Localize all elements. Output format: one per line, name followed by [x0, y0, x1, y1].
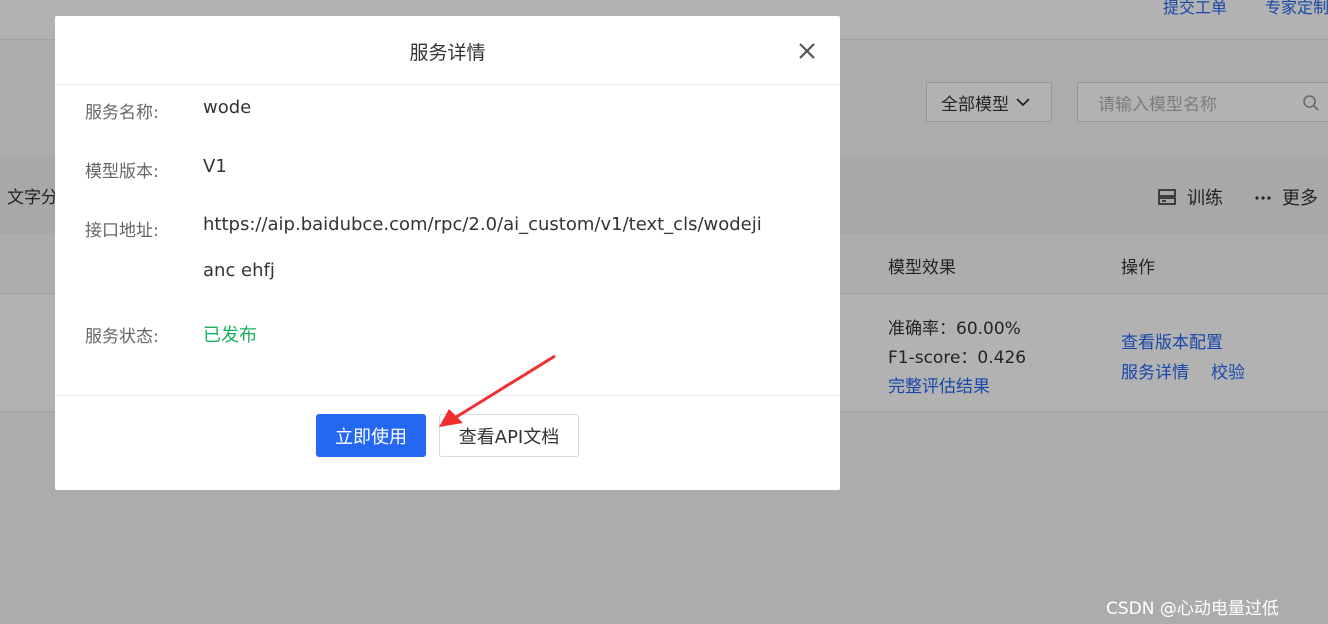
close-icon[interactable]	[796, 40, 818, 62]
watermark: CSDN @心动电量过低	[1106, 599, 1279, 619]
service-status-label: 服务状态:	[85, 327, 159, 347]
service-status-value: 已发布	[203, 325, 257, 346]
api-address-value: https://aip.baidubce.com/rpc/2.0/ai_cust…	[203, 214, 762, 281]
use-now-button[interactable]: 立即使用	[316, 414, 426, 457]
api-address-label: 接口地址:	[85, 221, 159, 241]
service-detail-modal: 服务详情 服务名称: wode 模型版本: V1 接口地址: https://a…	[55, 16, 840, 490]
model-version-value: V1	[203, 156, 227, 177]
service-name-label: 服务名称:	[85, 103, 159, 123]
annotation-arrow-icon	[439, 354, 556, 427]
service-name-value: wode	[203, 97, 252, 118]
model-version-label: 模型版本:	[85, 162, 159, 182]
modal-title: 服务详情	[409, 42, 486, 64]
modal-header: 服务详情	[55, 16, 840, 85]
